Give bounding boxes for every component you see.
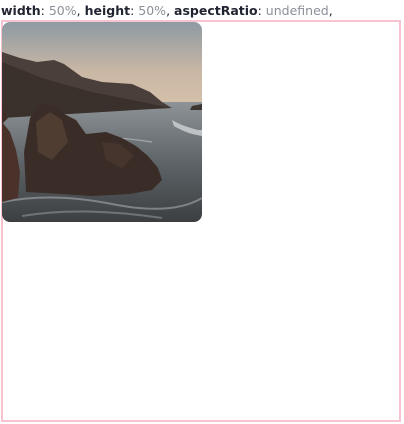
separator: , <box>328 3 333 18</box>
prop-key-aspect-ratio: aspectRatio <box>174 3 258 18</box>
prop-value-aspect-ratio: undefined <box>265 3 329 18</box>
separator: , <box>166 3 175 18</box>
coastal-rock-image <box>2 22 202 222</box>
prop-value-height: 50% <box>138 3 167 18</box>
prop-key-height: height <box>84 3 131 18</box>
prop-key-width: width <box>1 3 41 18</box>
colon: : <box>257 3 266 18</box>
separator: , <box>76 3 85 18</box>
colon: : <box>40 3 49 18</box>
prop-value-width: 50% <box>48 3 77 18</box>
style-props-caption: width: 50%, height: 50%, aspectRatio: un… <box>1 2 333 20</box>
